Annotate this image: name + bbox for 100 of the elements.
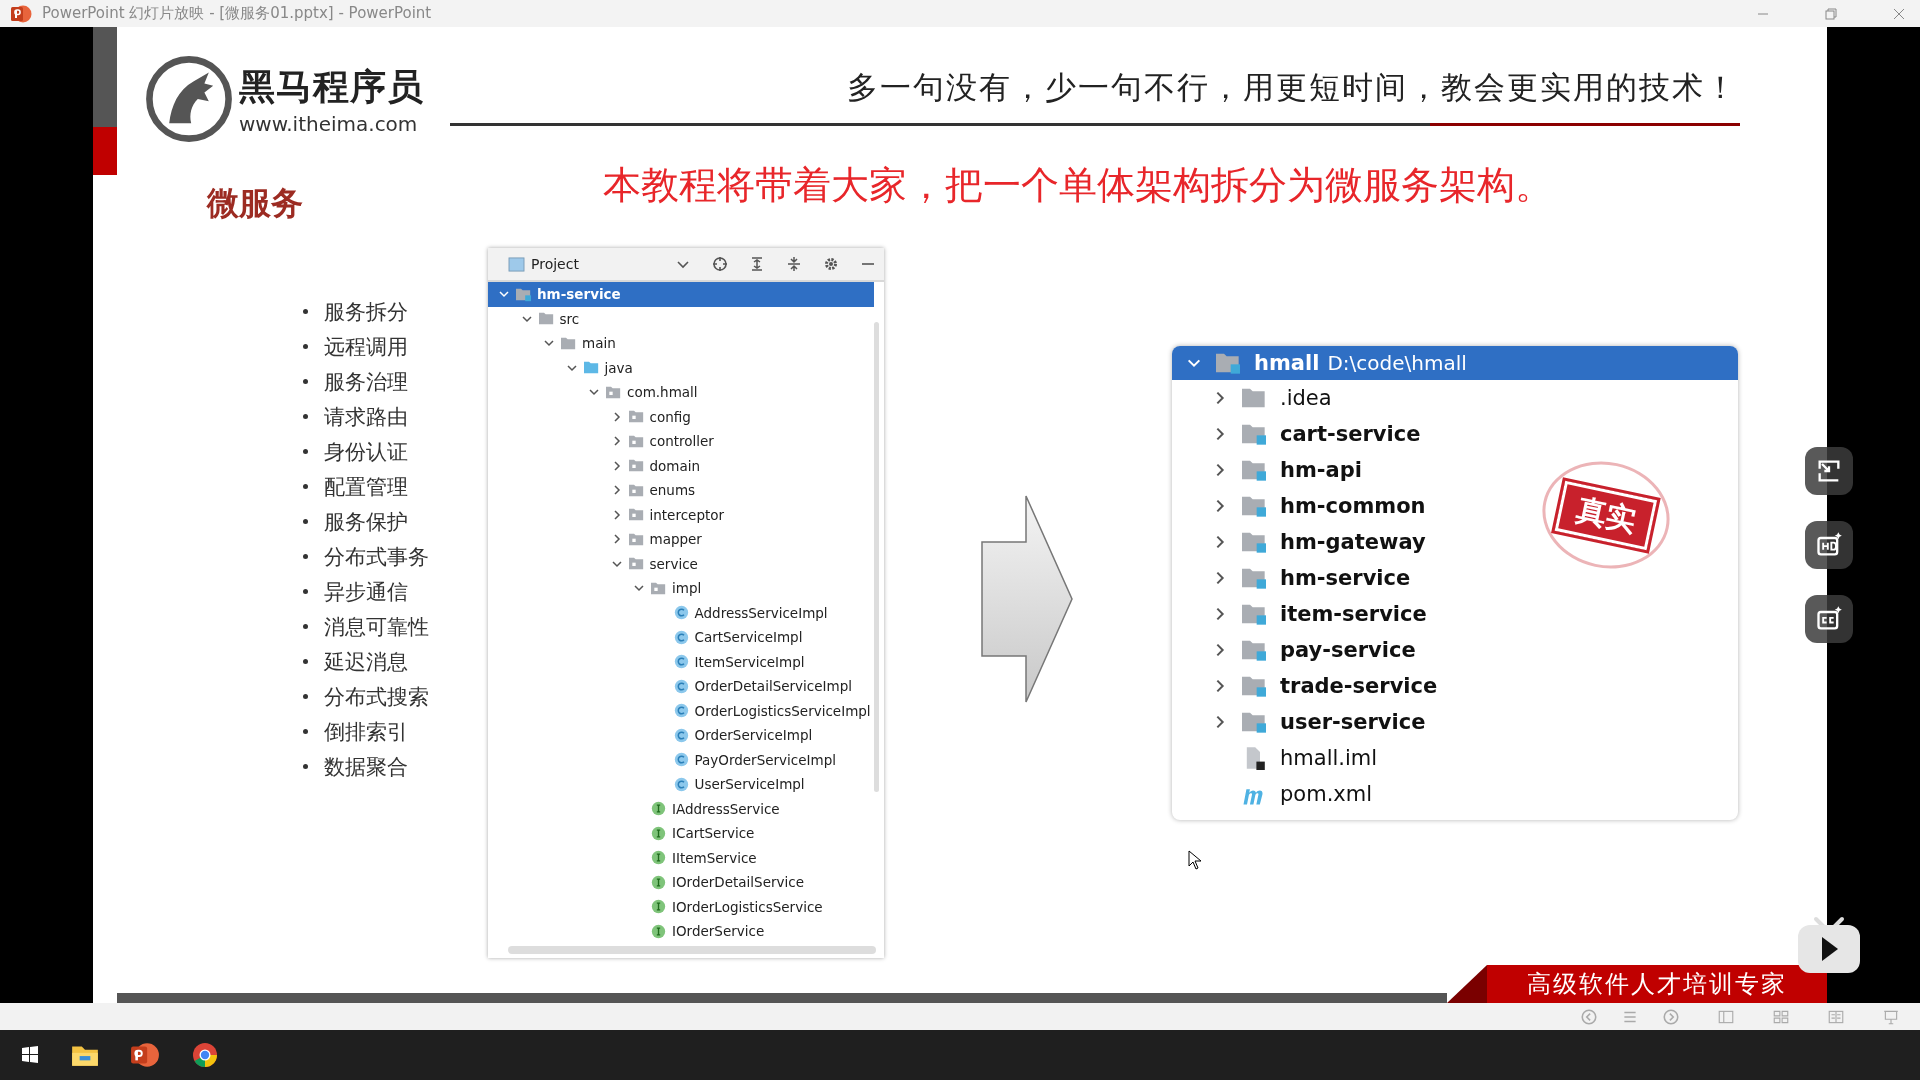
tree-row[interactable]: ItemServiceImpl	[488, 649, 874, 674]
bullet-text: 分布式事务	[324, 543, 429, 571]
tree-item-label: CartServiceImpl	[694, 629, 803, 646]
tree-row[interactable]: com.hmall	[488, 380, 874, 405]
module-folder-icon	[1214, 351, 1242, 375]
tree-row[interactable]: OrderDetailServiceImpl	[488, 674, 874, 699]
tree-row[interactable]: item-service	[1172, 596, 1439, 632]
tree-row[interactable]: OrderLogisticsServiceImpl	[488, 698, 874, 723]
tree-row[interactable]: .idea	[1172, 380, 1344, 416]
class-icon	[672, 752, 690, 768]
scrollbar[interactable]	[508, 945, 876, 954]
package-folder-icon	[627, 458, 645, 474]
tree-item-label: ICartService	[672, 825, 755, 842]
folder-icon	[560, 335, 577, 351]
folder-icon	[582, 360, 600, 376]
headline: 本教程将带着大家，把一个单体架构拆分为微服务架构。	[603, 161, 1553, 209]
subtitles-icon[interactable]	[1805, 595, 1853, 643]
class-icon	[672, 678, 690, 694]
tree-row[interactable]: hm-common	[1172, 488, 1438, 524]
logo-url: www.itheima.com	[239, 111, 419, 136]
class-icon	[672, 654, 690, 670]
tree-row[interactable]: IOrderDetailService	[488, 870, 874, 895]
tree-item-label: UserServiceImpl	[694, 776, 805, 793]
tree-row[interactable]: CartServiceImpl	[488, 625, 874, 650]
interface-icon	[650, 923, 667, 939]
tree-item-label: pom.xml	[1280, 782, 1373, 806]
collapse-all-icon[interactable]	[786, 256, 802, 272]
tree-row[interactable]: service	[488, 551, 874, 576]
tree-item-label: IAddressService	[672, 800, 780, 817]
bullet-text: 请求路由	[324, 403, 408, 431]
slide-title: 微服务	[207, 183, 303, 224]
bullet-icon	[303, 309, 308, 314]
bullet-icon	[303, 484, 308, 489]
tree-item-label: interceptor	[649, 506, 725, 523]
tree-row[interactable]: hm-service	[1172, 560, 1423, 596]
tree-item-label: .idea	[1280, 386, 1332, 410]
tree-row[interactable]: interceptor	[488, 502, 874, 527]
package-folder-icon	[627, 507, 645, 523]
tree-row[interactable]: IAddressService	[488, 796, 874, 821]
expand-all-icon[interactable]	[749, 256, 765, 272]
tree-item-label: IOrderLogisticsService	[672, 898, 823, 915]
module-folder-icon	[1240, 494, 1268, 518]
tree-row[interactable]: IOrderService	[488, 919, 874, 944]
windows-start-icon[interactable]	[20, 1045, 40, 1065]
powerpoint-icon[interactable]	[130, 1041, 160, 1069]
close-icon[interactable]	[1892, 6, 1906, 21]
bullet-icon	[303, 554, 308, 559]
browser-icon[interactable]	[190, 1041, 220, 1069]
tree-row[interactable]: domain	[488, 453, 874, 478]
tree-item-label: item-service	[1280, 602, 1427, 626]
tree-row[interactable]: trade-service	[1172, 668, 1450, 704]
tree-row[interactable]: src	[488, 306, 874, 331]
scrollbar[interactable]	[874, 322, 879, 792]
tree-item-label: controller	[649, 433, 714, 450]
tree-row[interactable]: user-service	[1172, 704, 1438, 740]
tree-row[interactable]: main	[488, 331, 874, 356]
tree-row[interactable]: IOrderLogisticsService	[488, 894, 874, 919]
project-path: D:\code\hmall	[1327, 351, 1467, 375]
tree-row[interactable]: hm-api	[1172, 452, 1374, 488]
tree-item-label: hm-service	[537, 286, 621, 303]
folder-icon	[537, 311, 555, 327]
tree-row[interactable]: hm-service	[488, 282, 874, 307]
tree-row[interactable]: OrderServiceImpl	[488, 723, 874, 748]
tree-item-label: OrderServiceImpl	[694, 727, 813, 744]
tree-item-label: pay-service	[1280, 638, 1416, 662]
tree-row[interactable]: java	[488, 355, 874, 380]
tree-row[interactable]: cart-service	[1172, 416, 1433, 452]
tree-row[interactable]: config	[488, 404, 874, 429]
package-folder-icon	[627, 409, 645, 425]
tree-item-label: config	[649, 408, 691, 425]
tree-row[interactable]: hmall D:\code\hmall	[1172, 346, 1738, 380]
tree-row[interactable]: PayOrderServiceImpl	[488, 747, 874, 772]
crosshair-icon[interactable]	[712, 256, 728, 272]
tree-row[interactable]: hm-gateway	[1172, 524, 1438, 560]
tree-item-label: user-service	[1280, 710, 1426, 734]
tree-row[interactable]: hmall.iml	[1172, 740, 1390, 776]
tree-item-label: service	[649, 555, 698, 572]
tree-item-label: hm-service	[1280, 566, 1411, 590]
bullet-icon	[303, 414, 308, 419]
tree-row[interactable]: controller	[488, 429, 874, 454]
tree-row[interactable]: pay-service	[1172, 632, 1428, 668]
tree-item-label: IOrderService	[672, 923, 765, 940]
tree-row[interactable]: IItemService	[488, 845, 874, 870]
fullscreen-icon[interactable]	[1805, 447, 1853, 495]
settings-icon[interactable]	[823, 256, 839, 272]
panel-title[interactable]: Project	[531, 256, 579, 272]
tree-row[interactable]: mapper	[488, 527, 874, 552]
tree-item-label: ItemServiceImpl	[694, 653, 805, 670]
tree-row[interactable]: enums	[488, 478, 874, 503]
bullet-text: 倒排索引	[324, 718, 408, 746]
cursor-icon	[1188, 850, 1202, 870]
hd-icon[interactable]	[1805, 521, 1853, 569]
tree-item-label: mapper	[649, 531, 702, 548]
bullet-icon	[303, 589, 308, 594]
bullet-text: 远程调用	[324, 333, 408, 361]
tree-row[interactable]: AddressServiceImpl	[488, 600, 874, 625]
tree-row[interactable]: impl	[488, 576, 874, 601]
tree-row[interactable]: pom.xml	[1172, 776, 1385, 812]
tree-row[interactable]: ICartService	[488, 821, 874, 846]
tree-row[interactable]: UserServiceImpl	[488, 772, 874, 797]
